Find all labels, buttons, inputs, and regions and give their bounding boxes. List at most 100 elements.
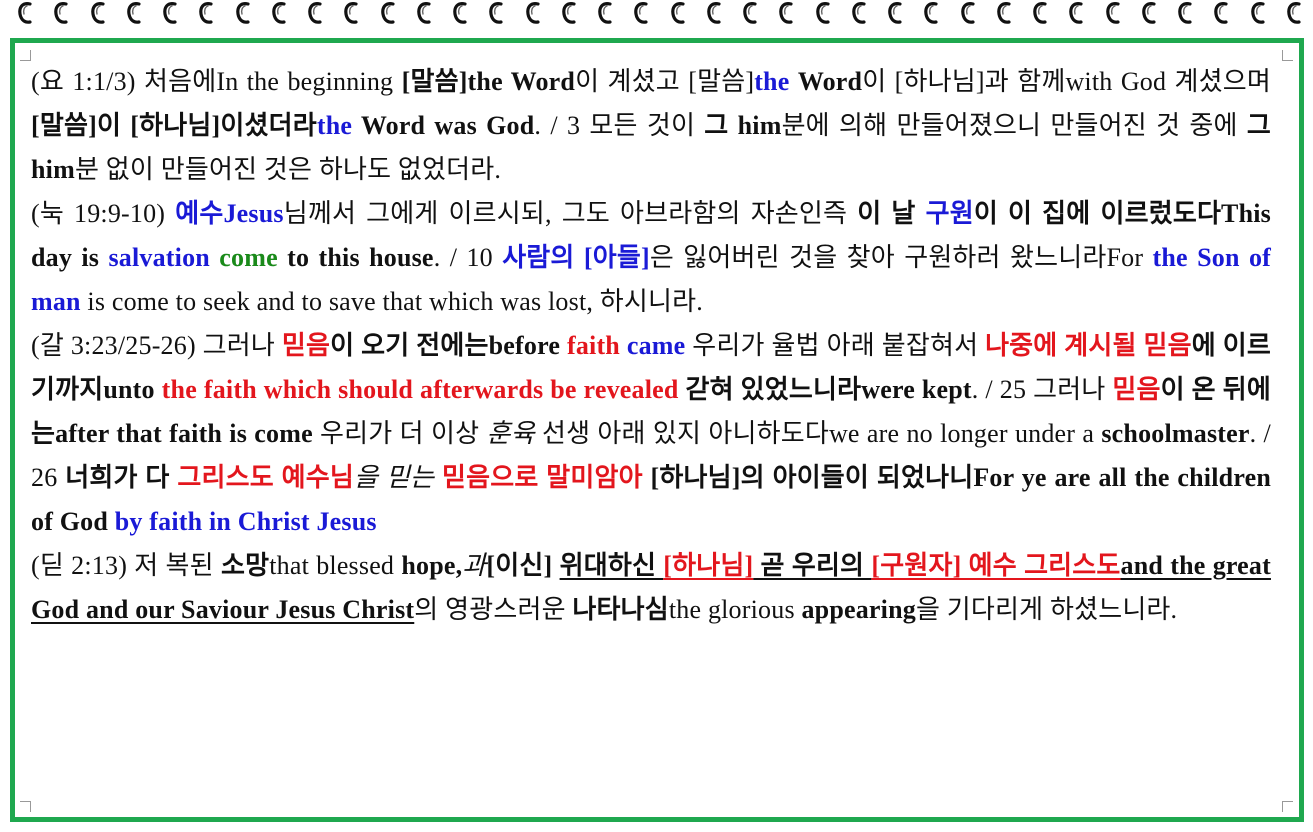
spiral-ring-icon bbox=[487, 0, 509, 28]
text-run: 소망 bbox=[220, 551, 270, 580]
text-run: 갇혀 있었느니라were kept bbox=[678, 375, 972, 404]
spiral-ring-icon bbox=[306, 0, 328, 28]
corner-mark bbox=[20, 801, 31, 812]
text-run: by faith in Christ Jesus bbox=[114, 507, 377, 536]
spiral-ring-icon bbox=[596, 0, 618, 28]
spiral-ring-icon bbox=[1212, 0, 1234, 28]
text-run bbox=[789, 67, 797, 96]
text-run: [이신] bbox=[486, 551, 553, 580]
spiral-ring-icon bbox=[1285, 0, 1307, 28]
spiral-ring-icon bbox=[125, 0, 147, 28]
text-run: 믿음 bbox=[281, 331, 331, 360]
text-run: 의 영광스러운 bbox=[414, 595, 573, 624]
spiral-ring-icon bbox=[89, 0, 111, 28]
spiral-ring-icon bbox=[669, 0, 691, 28]
text-run: 이 [하나님]과 함께with God 계셨으며 bbox=[862, 67, 1272, 96]
text-run: 이 오기 전에는before bbox=[330, 331, 567, 360]
spiral-ring-icon bbox=[1067, 0, 1089, 28]
spiral-ring-icon bbox=[52, 0, 74, 28]
text-run: 분에 의해 만들어졌으니 만들어진 것 중에 bbox=[781, 111, 1247, 140]
text-run: [말씀]the Word bbox=[401, 67, 576, 96]
text-run: faith bbox=[566, 331, 620, 360]
text-run bbox=[210, 243, 219, 272]
spiral-ring-icon bbox=[1176, 0, 1198, 28]
text-run: come bbox=[219, 243, 278, 272]
spiral-ring-icon bbox=[995, 0, 1017, 28]
text-run: 분 없이 만들어진 것은 하나도 없었더라. bbox=[74, 155, 502, 184]
text-run: 예수Jesus bbox=[175, 199, 284, 228]
text-run: came bbox=[626, 331, 686, 360]
spiral-ring-icon bbox=[777, 0, 799, 28]
text-run: 그 him bbox=[704, 111, 782, 140]
text-run: (갈 3:23/25-26) 그러나 bbox=[31, 331, 282, 360]
corner-mark bbox=[20, 50, 31, 61]
text-run: 위대하신 bbox=[559, 551, 664, 580]
spiral-ring-icon bbox=[342, 0, 364, 28]
text-run: the bbox=[754, 67, 790, 96]
text-run: hope, bbox=[401, 551, 463, 580]
text-run: 나중에 계시될 믿음 bbox=[985, 331, 1192, 360]
text-run: is come to seek and to save that which w… bbox=[80, 287, 703, 316]
paragraph-galatians: (갈 3:23/25-26) 그러나 믿음이 오기 전에는before fait… bbox=[31, 324, 1271, 544]
text-run: [하나님] bbox=[663, 551, 754, 580]
text-run: 그리스도 예수님 bbox=[177, 463, 354, 492]
spiral-ring-icon bbox=[814, 0, 836, 28]
spiral-ring-icon bbox=[161, 0, 183, 28]
spiral-ring-icon bbox=[850, 0, 872, 28]
spiral-ring-icon bbox=[1140, 0, 1162, 28]
text-run: 우리가 더 이상 bbox=[312, 419, 487, 448]
text-run: 우리가 율법 아래 붙잡혀서 bbox=[685, 331, 986, 360]
corner-mark bbox=[1282, 50, 1293, 61]
text-run: 사람의 [아들] bbox=[502, 243, 650, 272]
text-run bbox=[552, 551, 559, 580]
document-body: (요 1:1/3) 처음에In the beginning [말씀]the Wo… bbox=[31, 60, 1271, 632]
text-run: (요 1:1/3) 처음에In the beginning bbox=[31, 67, 402, 96]
spiral-ring-icon bbox=[197, 0, 219, 28]
text-run: Word bbox=[797, 67, 863, 96]
spiral-ring-icon bbox=[524, 0, 546, 28]
text-run: 믿음 bbox=[1112, 375, 1161, 404]
spiral-ring-icon bbox=[379, 0, 401, 28]
text-run: to this house bbox=[277, 243, 434, 272]
spiral-ring-icon bbox=[415, 0, 437, 28]
text-run: that blessed bbox=[269, 551, 402, 580]
text-run: (눅 19:9-10) bbox=[31, 199, 176, 228]
paragraph-john: (요 1:1/3) 처음에In the beginning [말씀]the Wo… bbox=[31, 60, 1271, 192]
text-run: 믿음으로 말미암아 bbox=[434, 463, 643, 492]
text-run: appearing bbox=[801, 595, 916, 624]
text-run: Word was God bbox=[352, 111, 535, 140]
text-run: 구원 bbox=[925, 199, 974, 228]
spiral-ring-icon bbox=[632, 0, 654, 28]
spiral-binding bbox=[0, 0, 1313, 34]
text-run: 은 잃어버린 것을 찾아 구원하러 왔느니라For bbox=[649, 243, 1153, 272]
spiral-ring-icon bbox=[886, 0, 908, 28]
paragraph-titus: (딛 2:13) 저 복된 소망that blessed hope,과[이신] … bbox=[31, 544, 1271, 632]
spiral-ring-icon bbox=[560, 0, 582, 28]
spiral-ring-icon bbox=[1031, 0, 1053, 28]
spiral-ring-icon bbox=[959, 0, 981, 28]
spiral-ring-icon bbox=[741, 0, 763, 28]
corner-mark bbox=[1282, 801, 1293, 812]
text-run: 을 믿는 bbox=[353, 463, 435, 492]
spiral-ring-icon bbox=[234, 0, 256, 28]
text-run: 너희가 다 bbox=[65, 463, 178, 492]
text-run: [구원자] 예수 그리스도 bbox=[871, 551, 1121, 580]
text-run: the glorious bbox=[668, 595, 802, 624]
text-run: . / 25 그러나 bbox=[971, 375, 1113, 404]
text-run: (딛 2:13) 저 복된 bbox=[31, 551, 221, 580]
paragraph-luke: (눅 19:9-10) 예수Jesus님께서 그에게 이르시되, 그도 아브라함… bbox=[31, 192, 1271, 324]
text-run bbox=[620, 331, 627, 360]
text-run: 곧 우리의 bbox=[753, 551, 872, 580]
spiral-ring-icon bbox=[16, 0, 38, 28]
text-run: [말씀]이 [하나님]이셨더라 bbox=[31, 111, 317, 140]
text-run: . / 3 모든 것이 bbox=[534, 111, 705, 140]
spiral-ring-icon bbox=[270, 0, 292, 28]
text-run: 님께서 그에게 이르시되, 그도 아브라함의 자손인즉 bbox=[283, 199, 858, 228]
text-run: 과 bbox=[462, 551, 487, 580]
text-run: the faith which should afterwards be rev… bbox=[161, 375, 679, 404]
text-run: 선생 아래 있지 아니하도다we are no longer under a bbox=[534, 419, 1102, 448]
text-run: 훈육 bbox=[486, 419, 535, 448]
spiral-ring-icon bbox=[1104, 0, 1126, 28]
text-run: the bbox=[316, 111, 353, 140]
spiral-ring-icon bbox=[451, 0, 473, 28]
